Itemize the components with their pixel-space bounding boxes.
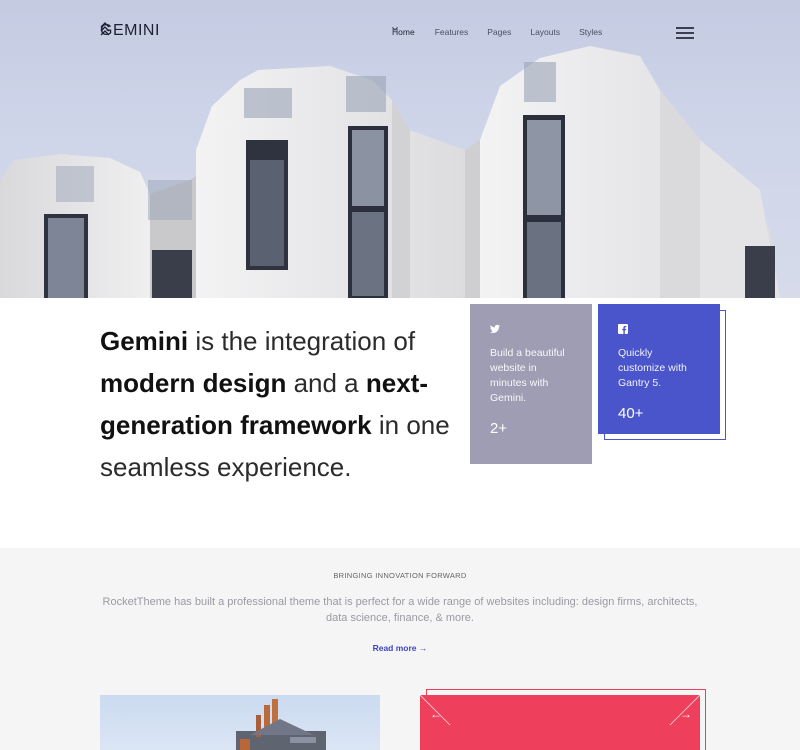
slider-prev-arrow-icon[interactable]: ← bbox=[430, 708, 442, 720]
section-description: RocketTheme has built a professional the… bbox=[102, 596, 698, 624]
intro-text-2: and a bbox=[286, 368, 366, 398]
twitter-card-count: 2+ bbox=[490, 420, 508, 437]
twitter-icon bbox=[490, 324, 500, 333]
slider-next-arrow-icon[interactable]: → bbox=[680, 708, 692, 720]
house-photo bbox=[100, 695, 380, 750]
read-more-wrap: Read more → bbox=[0, 643, 800, 653]
nav-styles[interactable]: Styles bbox=[392, 27, 603, 37]
intro-brand: Gemini bbox=[100, 326, 189, 356]
hero-image: GEMINI Home Features Pages Layouts Style… bbox=[0, 0, 800, 298]
top-navigation: GEMINI Home Features Pages Layouts Style… bbox=[0, 0, 800, 64]
brand-logo[interactable]: GEMINI bbox=[100, 22, 160, 40]
nav-styles-label: Styles bbox=[579, 27, 603, 37]
nav-pages[interactable]: Pages bbox=[392, 27, 512, 37]
facebook-card-count: 40+ bbox=[618, 405, 644, 422]
nav-layouts[interactable]: Layouts bbox=[392, 27, 561, 37]
nav-pages-label: Pages bbox=[487, 27, 512, 37]
feature-slider bbox=[420, 695, 700, 750]
section-eyebrow: BRINGING INNOVATION FORWARD bbox=[333, 571, 467, 580]
twitter-card-text: Build a beautiful website in minutes wit… bbox=[490, 347, 565, 404]
nav-features-label: Features bbox=[434, 27, 469, 37]
slider-corner-lines bbox=[420, 695, 700, 726]
facebook-card-text: Quickly customize with Gantry 5. bbox=[618, 347, 687, 389]
facebook-icon bbox=[618, 324, 628, 334]
nav-features[interactable]: Features bbox=[392, 27, 469, 37]
read-more-link[interactable]: Read more → bbox=[373, 643, 428, 653]
logo-chevrons-icon bbox=[100, 22, 110, 36]
house-roof-illustration bbox=[236, 699, 326, 750]
intro-highlight-1: modern design bbox=[100, 368, 287, 398]
intro-text-1: is the integration of bbox=[188, 326, 416, 356]
hamburger-menu-icon[interactable] bbox=[676, 27, 694, 39]
intro-headline: Gemini is the integration of modern desi… bbox=[100, 320, 450, 488]
facebook-stat-card[interactable]: Quickly customize with Gantry 5. 40+ bbox=[598, 304, 720, 434]
nav-layouts-label: Layouts bbox=[530, 27, 561, 37]
facebook-stat-card-wrap: Quickly customize with Gantry 5. 40+ bbox=[598, 304, 726, 440]
twitter-stat-card[interactable]: Build a beautiful website in minutes wit… bbox=[470, 304, 592, 464]
chevron-down-icon bbox=[392, 27, 398, 31]
main-nav: Home Features Pages Layouts Styles bbox=[392, 27, 602, 37]
